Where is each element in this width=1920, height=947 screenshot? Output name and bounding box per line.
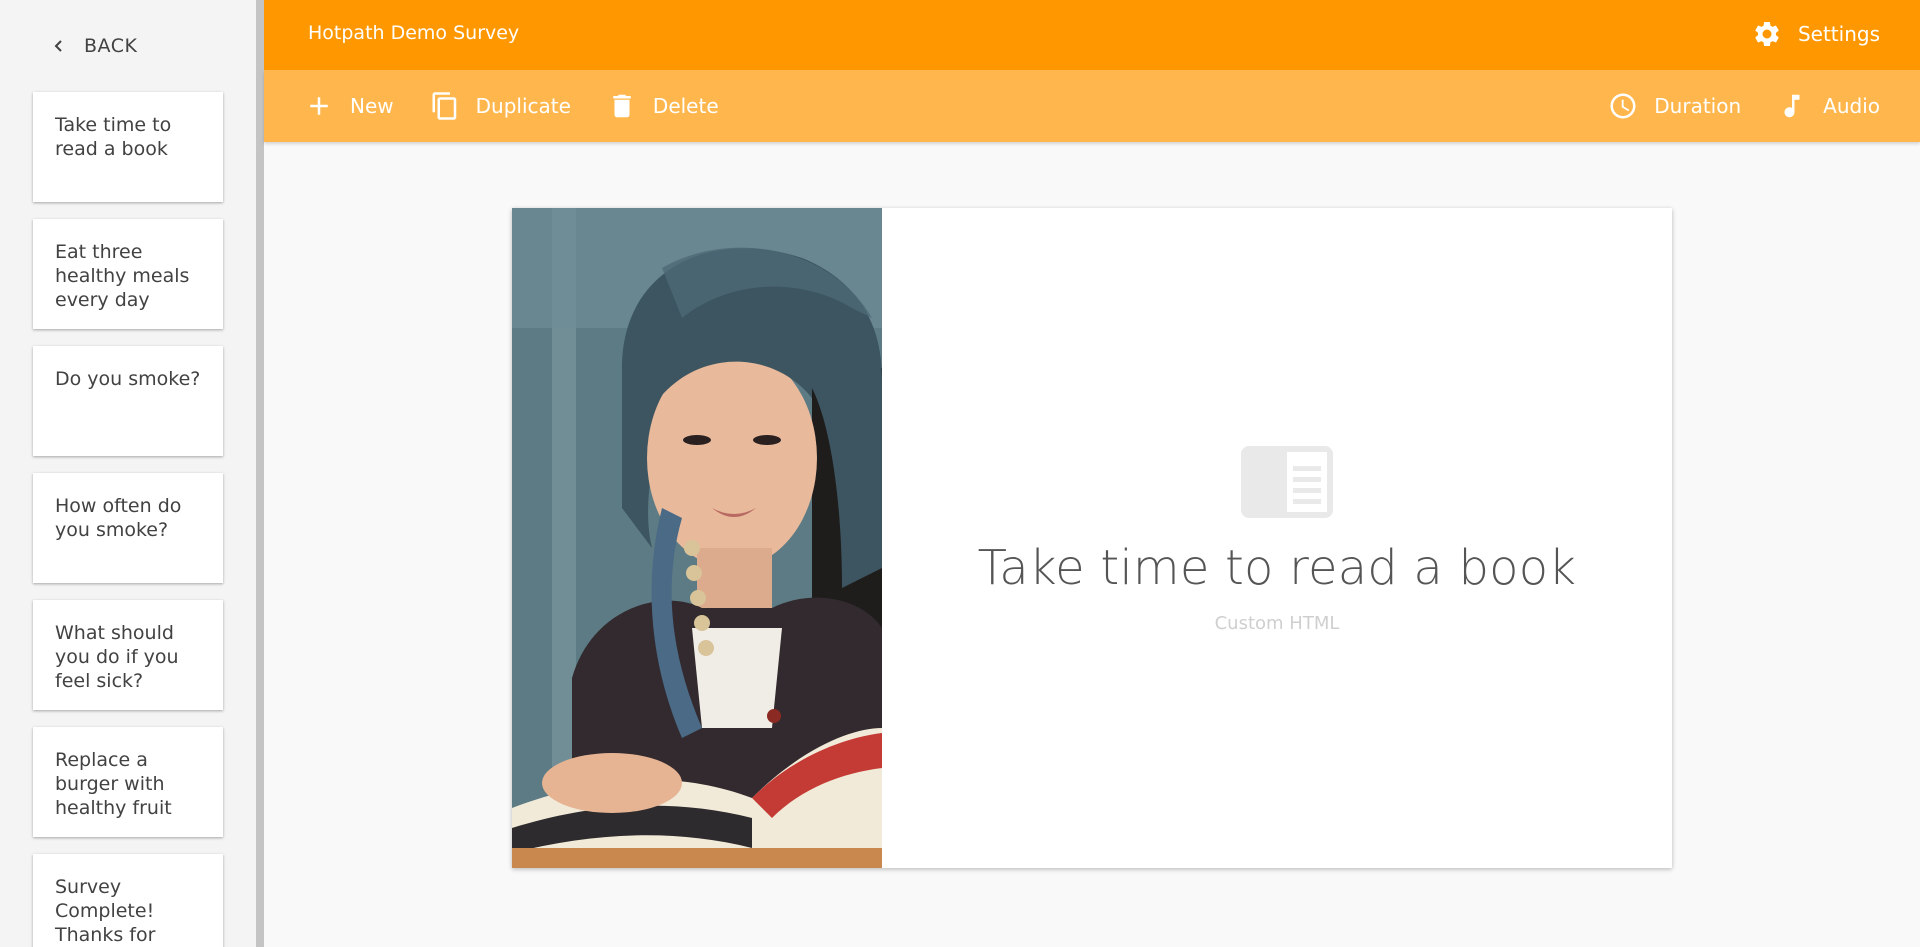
copy-icon	[432, 92, 456, 120]
settings-label: Settings	[1797, 22, 1880, 46]
slide-content: Take time to read a book Custom HTML	[882, 208, 1672, 868]
slide-card-label: Eat three healthy meals every day	[55, 241, 190, 311]
toolbar: New Duplicate Delete Duration Audio	[264, 70, 1920, 142]
gear-icon	[1755, 21, 1779, 46]
slide-subtitle: Custom HTML	[1214, 613, 1340, 634]
sidebar: BACK Take time to read a book Eat three …	[0, 0, 256, 947]
slide-card-label: Survey Complete! Thanks for	[55, 876, 156, 946]
slide-card-label: Replace a burger with healthy fruit	[55, 749, 172, 819]
slide-card-4[interactable]: How often do you smoke?	[33, 473, 223, 583]
delete-button[interactable]: Delete	[607, 91, 719, 121]
chevron-left-icon	[54, 40, 62, 52]
app-header: Hotpath Demo Survey Settings	[264, 0, 1920, 70]
article-icon	[1241, 446, 1333, 518]
slide-card-3[interactable]: Do you smoke?	[33, 346, 223, 456]
delete-label: Delete	[652, 94, 719, 118]
duplicate-label: Duplicate	[475, 94, 571, 118]
app-title: Hotpath Demo Survey	[308, 22, 520, 44]
clock-icon	[1610, 93, 1636, 119]
new-button[interactable]: New	[304, 91, 394, 121]
duration-label: Duration	[1654, 94, 1742, 118]
audio-label: Audio	[1823, 94, 1880, 118]
slide-card-1[interactable]: Take time to read a book	[33, 92, 223, 202]
slide-card-5[interactable]: What should you do if you feel sick?	[33, 600, 223, 710]
slide-card-7[interactable]: Survey Complete! Thanks for	[33, 854, 223, 947]
sidebar-scrollbar[interactable]	[256, 0, 264, 947]
slide-card-label: What should you do if you feel sick?	[55, 622, 179, 692]
slide-card-2[interactable]: Eat three healthy meals every day	[33, 219, 223, 329]
settings-button[interactable]: Settings	[1752, 19, 1880, 49]
back-label: BACK	[84, 35, 138, 57]
new-label: New	[350, 94, 394, 118]
slide-title: Take time to read a book	[977, 540, 1577, 596]
slide-card-label: Do you smoke?	[55, 368, 201, 390]
slide-list: Take time to read a book Eat three healt…	[33, 92, 223, 947]
slide-card-6[interactable]: Replace a burger with healthy fruit	[33, 727, 223, 837]
back-button[interactable]: BACK	[52, 32, 137, 60]
woman-reading-book-photo	[512, 208, 882, 868]
slide-card-label: How often do you smoke?	[55, 495, 182, 541]
audio-button[interactable]: Audio	[1777, 91, 1880, 121]
slide-preview[interactable]: Take time to read a book Custom HTML	[512, 208, 1672, 868]
slide-card-label: Take time to read a book	[55, 114, 172, 160]
plus-icon	[310, 97, 328, 115]
trash-icon	[613, 94, 631, 118]
duplicate-button[interactable]: Duplicate	[430, 91, 571, 121]
music-note-icon	[1784, 94, 1800, 118]
photo-illustration	[512, 208, 882, 868]
duration-button[interactable]: Duration	[1608, 91, 1741, 121]
